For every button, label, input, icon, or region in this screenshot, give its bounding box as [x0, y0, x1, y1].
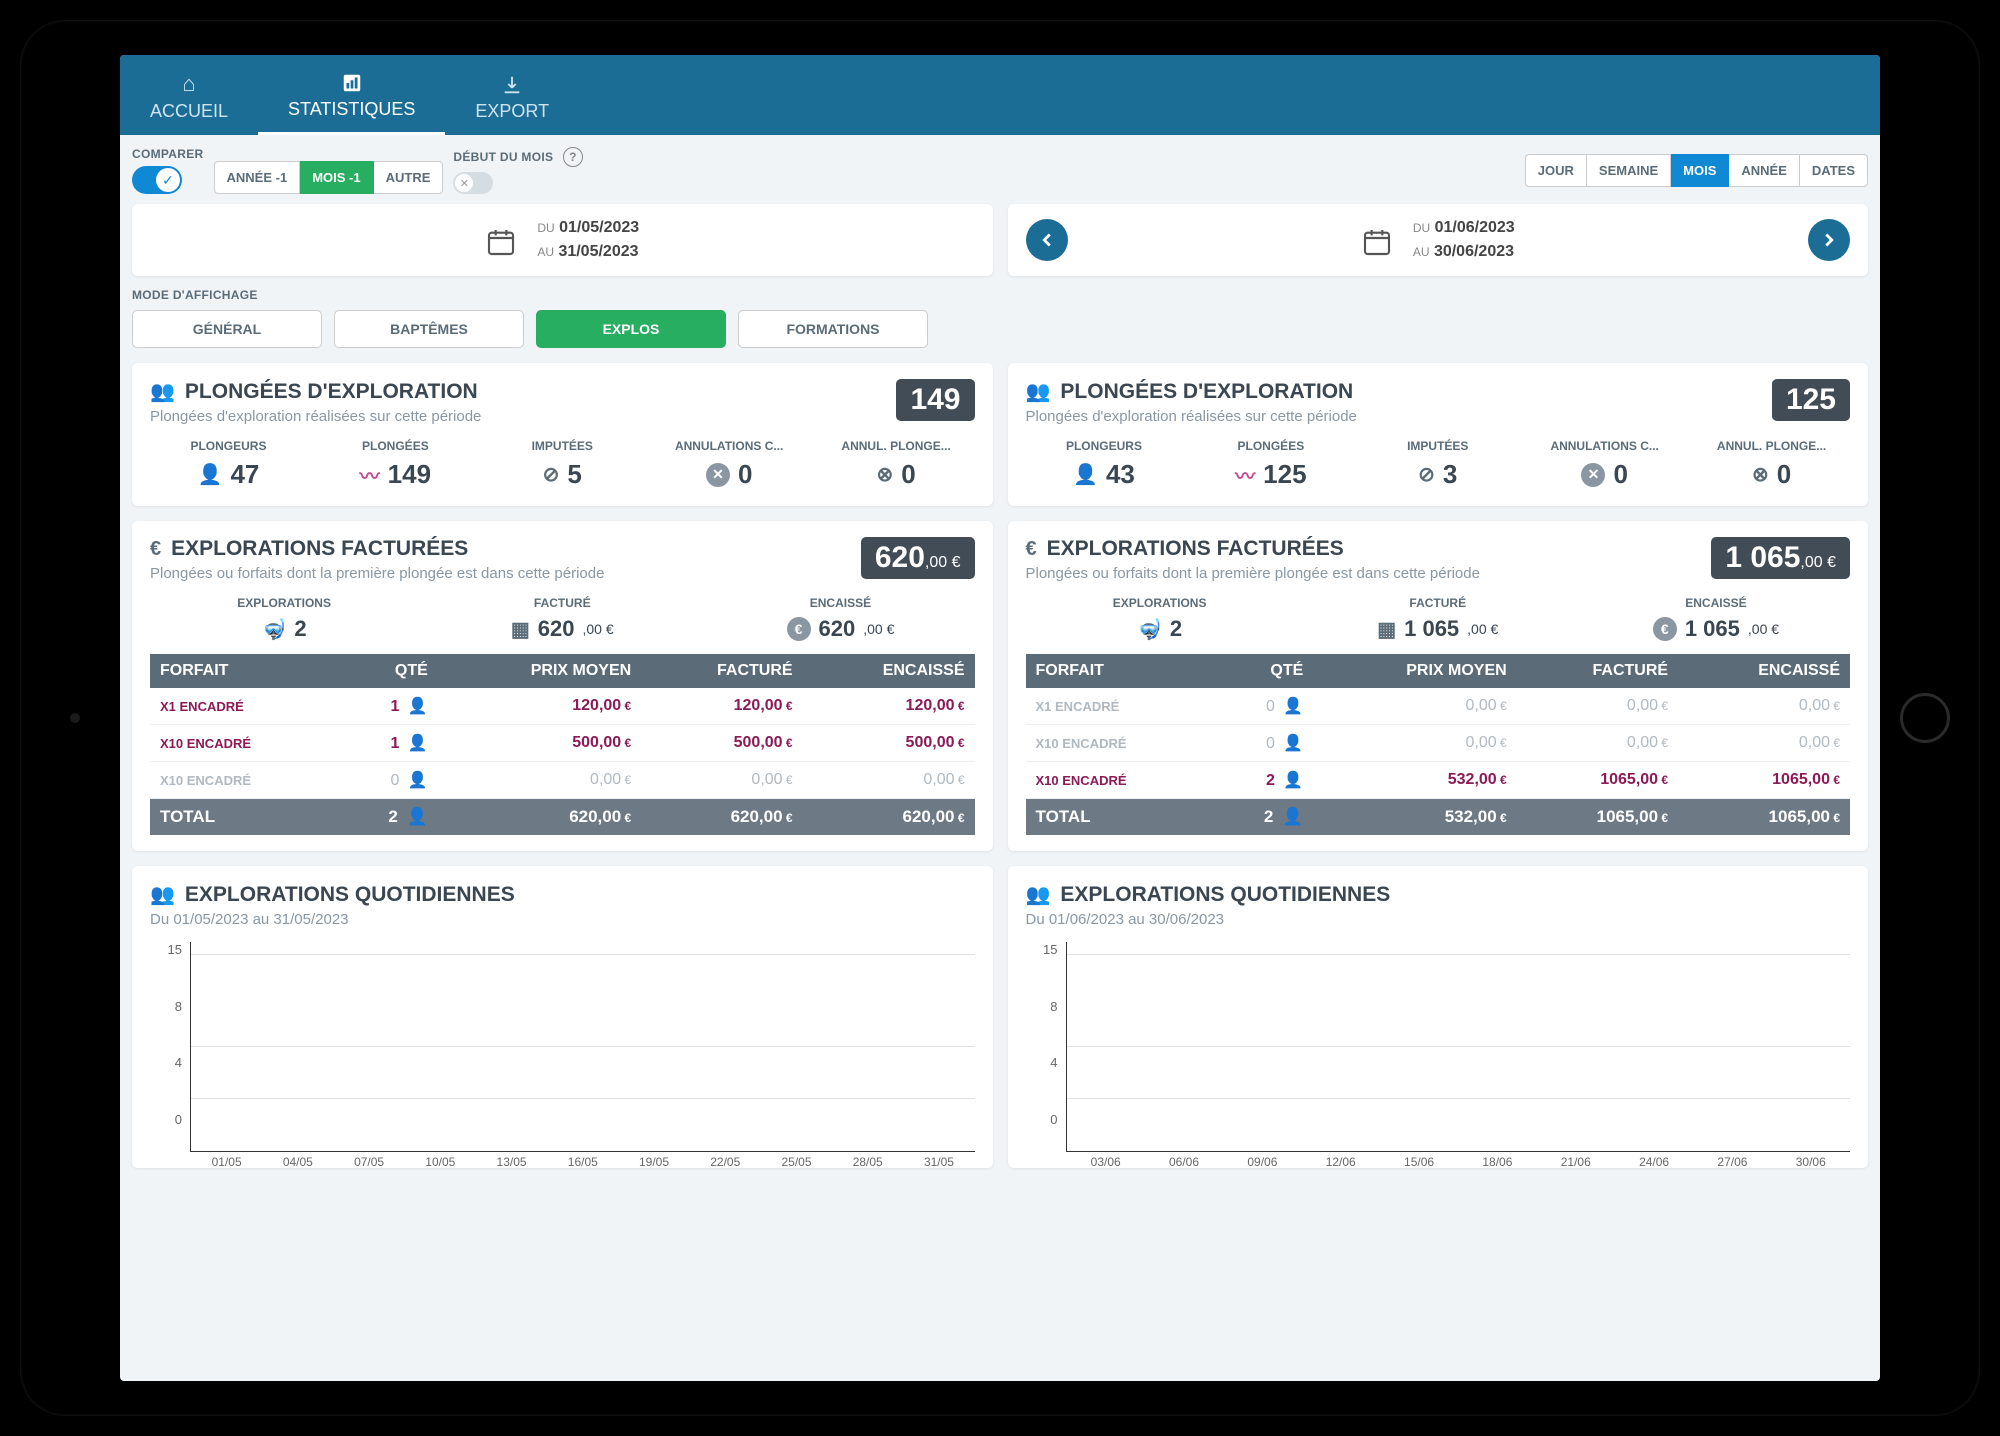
nav-label: EXPORT — [475, 101, 549, 122]
x-circle-icon: ⊗ — [876, 462, 893, 487]
mode-explos[interactable]: EXPLOS — [536, 310, 726, 348]
billed-card-right: €EXPLORATIONS FACTURÉES Plongées ou forf… — [1008, 521, 1869, 851]
btn-annee[interactable]: ANNÉE — [1729, 154, 1800, 187]
x-circle-icon: ⊗ — [1752, 462, 1769, 487]
euro-icon: € — [150, 538, 161, 561]
table-row: X10 ENCADRÉ 2 👤 532,00 € 1065,00 € 1065,… — [1026, 762, 1851, 799]
people-icon: 👥 — [150, 379, 175, 404]
dive-icon: 〰 — [360, 460, 380, 489]
btn-mois-m1[interactable]: MOIS -1 — [300, 161, 373, 194]
table-icon: ▦ — [511, 617, 530, 642]
date-panel-left: DU 01/05/2023AU 31/05/2023 — [132, 204, 993, 276]
compare-toggle[interactable]: ✓ — [132, 166, 182, 194]
check-icon: ✓ — [156, 168, 180, 192]
explo-card-left: 👥PLONGÉES D'EXPLORATION Plongées d'explo… — [132, 363, 993, 506]
period-group: JOUR SEMAINE MOIS ANNÉE DATES — [1525, 154, 1868, 187]
nav-statistiques[interactable]: STATISTIQUES — [258, 55, 445, 135]
mode-baptemes[interactable]: BAPTÊMES — [334, 310, 524, 348]
explo-badge: 149 — [896, 379, 974, 421]
help-icon[interactable]: ? — [563, 147, 583, 167]
compare-label: COMPARER — [132, 147, 204, 161]
btn-mois[interactable]: MOIS — [1671, 154, 1729, 187]
btn-semaine[interactable]: SEMAINE — [1587, 154, 1671, 187]
people-icon: 👥 — [150, 882, 175, 907]
person-icon: 👤 — [198, 462, 223, 487]
top-nav: ⌂ ACCUEIL STATISTIQUES EXPORT — [120, 55, 1880, 135]
prev-period-button[interactable] — [1026, 219, 1068, 261]
check-circle-icon: ⊘ — [1418, 462, 1435, 487]
person-icon: 👤 — [1073, 462, 1098, 487]
nav-accueil[interactable]: ⌂ ACCUEIL — [120, 55, 258, 135]
compare-mode-group: ANNÉE -1 MOIS -1 AUTRE — [214, 161, 444, 194]
dive-icon: 〰 — [1235, 460, 1255, 489]
card-subtitle: Plongées d'exploration réalisées sur cet… — [1026, 408, 1772, 425]
calendar-icon — [485, 222, 517, 259]
card-subtitle: Plongées d'exploration réalisées sur cet… — [150, 408, 896, 425]
next-period-button[interactable] — [1808, 219, 1850, 261]
table-row: X1 ENCADRÉ 0 👤 0,00 € 0,00 € 0,00 € — [1026, 688, 1851, 725]
debut-mois-label: DÉBUT DU MOIS ? — [453, 147, 583, 167]
btn-autre[interactable]: AUTRE — [374, 161, 444, 194]
explo-badge: 125 — [1772, 379, 1850, 421]
billed-table-left: FORFAIT QTÉ PRIX MOYEN FACTURÉ ENCAISSÉ … — [150, 654, 975, 835]
x-circle-icon: ✕ — [1581, 463, 1605, 487]
btn-dates[interactable]: DATES — [1800, 154, 1868, 187]
nav-export[interactable]: EXPORT — [445, 55, 579, 135]
table-icon: ▦ — [1377, 617, 1396, 642]
euro-circle-icon: € — [1653, 617, 1677, 641]
debut-mois-toggle[interactable]: ✕ — [453, 172, 493, 194]
home-icon: ⌂ — [182, 71, 195, 97]
nav-label: ACCUEIL — [150, 101, 228, 122]
check-circle-icon: ⊘ — [543, 462, 560, 487]
mode-general[interactable]: GÉNÉRAL — [132, 310, 322, 348]
table-row: X1 ENCADRÉ 1 👤 120,00 € 120,00 € 120,00 … — [150, 688, 975, 725]
date-panel-right: DU 01/06/2023AU 30/06/2023 — [1008, 204, 1869, 276]
explo-card-right: 👥PLONGÉES D'EXPLORATION Plongées d'explo… — [1008, 363, 1869, 506]
euro-circle-icon: € — [787, 617, 811, 641]
daily-chart-right: 👥EXPLORATIONS QUOTIDIENNES Du 01/06/2023… — [1008, 866, 1869, 1168]
diver-icon: 🤿 — [262, 617, 287, 642]
btn-jour[interactable]: JOUR — [1525, 154, 1587, 187]
mode-formations[interactable]: FORMATIONS — [738, 310, 928, 348]
diver-icon: 🤿 — [1137, 617, 1162, 642]
billed-table-right: FORFAIT QTÉ PRIX MOYEN FACTURÉ ENCAISSÉ … — [1026, 654, 1851, 835]
table-row: X10 ENCADRÉ 1 👤 500,00 € 500,00 € 500,00… — [150, 725, 975, 762]
x-circle-icon: ✕ — [706, 463, 730, 487]
people-icon: 👥 — [1026, 379, 1051, 404]
calendar-icon — [1361, 222, 1393, 259]
people-icon: 👥 — [1026, 882, 1051, 907]
btn-annee-m1[interactable]: ANNÉE -1 — [214, 161, 301, 194]
euro-icon: € — [1026, 538, 1037, 561]
download-icon — [501, 71, 523, 97]
table-row: X10 ENCADRÉ 0 👤 0,00 € 0,00 € 0,00 € — [150, 762, 975, 799]
x-icon: ✕ — [455, 174, 473, 192]
daily-chart-left: 👥EXPLORATIONS QUOTIDIENNES Du 01/05/2023… — [132, 866, 993, 1168]
billed-card-left: €EXPLORATIONS FACTURÉES Plongées ou forf… — [132, 521, 993, 851]
table-row: X10 ENCADRÉ 0 👤 0,00 € 0,00 € 0,00 € — [1026, 725, 1851, 762]
nav-label: STATISTIQUES — [288, 99, 415, 120]
mode-label: MODE D'AFFICHAGE — [132, 288, 1868, 302]
stats-icon — [341, 69, 363, 95]
